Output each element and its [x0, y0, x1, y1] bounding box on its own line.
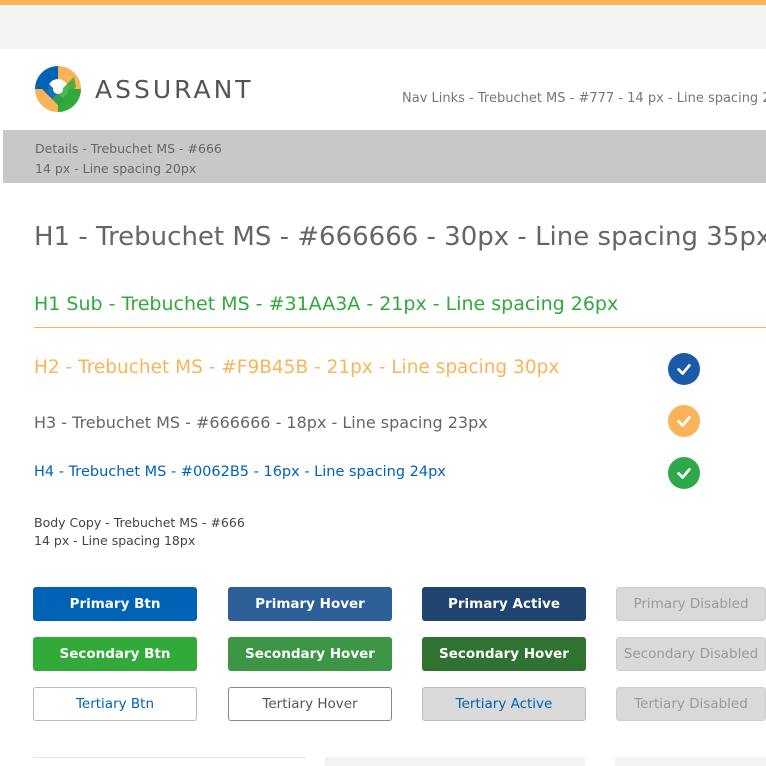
- details-text: Details - Trebuchet MS - #666 14 px - Li…: [35, 139, 222, 179]
- checkmark-icon: [677, 364, 691, 375]
- body-copy-line-2: 14 px - Line spacing 18px: [34, 533, 196, 548]
- secondary-active-button[interactable]: Secondary Hover: [422, 637, 586, 671]
- tertiary-disabled-button: Tertiary Disabled: [616, 687, 766, 721]
- checkmark-icon: [677, 416, 691, 427]
- checkmark-icon: [677, 468, 691, 479]
- bottom-divider: [33, 757, 306, 758]
- heading-h1-sub-sample: H1 Sub - Trebuchet MS - #31AA3A - 21px -…: [34, 293, 619, 315]
- bottom-panel: [325, 757, 585, 766]
- tertiary-hover-button[interactable]: Tertiary Hover: [228, 687, 392, 721]
- primary-disabled-button: Primary Disabled: [616, 587, 766, 621]
- primary-button[interactable]: Primary Btn: [33, 587, 197, 621]
- heading-h3-sample: H3 - Trebuchet MS - #666666 - 18px - Lin…: [34, 413, 488, 432]
- heading-h1-sample: H1 - Trebuchet MS - #666666 - 30px - Lin…: [34, 222, 766, 252]
- details-bar: Details - Trebuchet MS - #666 14 px - Li…: [3, 130, 766, 183]
- brand-name: ASSURANT: [95, 75, 254, 104]
- body-copy-sample: Body Copy - Trebuchet MS - #666 14 px - …: [34, 514, 245, 550]
- check-circle-icon: [668, 353, 700, 385]
- details-line-2: 14 px - Line spacing 20px: [35, 161, 197, 176]
- check-circle-icon: [668, 457, 700, 489]
- divider: [34, 327, 766, 328]
- check-circle-icon: [668, 405, 700, 437]
- secondary-disabled-button: Secondary Disabled: [616, 637, 766, 671]
- details-line-1: Details - Trebuchet MS - #666: [35, 141, 222, 156]
- secondary-hover-button[interactable]: Secondary Hover: [228, 637, 392, 671]
- heading-h4-sample[interactable]: H4 - Trebuchet MS - #0062B5 - 16px - Lin…: [34, 464, 446, 480]
- primary-hover-button[interactable]: Primary Hover: [228, 587, 392, 621]
- primary-active-button[interactable]: Primary Active: [422, 587, 586, 621]
- tertiary-active-button[interactable]: Tertiary Active: [422, 687, 586, 721]
- nav-links[interactable]: Nav Links - Trebuchet MS - #777 - 14 px …: [402, 91, 766, 106]
- bottom-panel: [615, 757, 766, 766]
- top-band: [0, 5, 766, 49]
- body-copy-line-1: Body Copy - Trebuchet MS - #666: [34, 515, 245, 530]
- secondary-button[interactable]: Secondary Btn: [33, 637, 197, 671]
- assurant-logo-icon[interactable]: [34, 65, 82, 113]
- tertiary-button[interactable]: Tertiary Btn: [33, 687, 197, 721]
- heading-h2-sample: H2 - Trebuchet MS - #F9B45B - 21px - Lin…: [34, 357, 560, 378]
